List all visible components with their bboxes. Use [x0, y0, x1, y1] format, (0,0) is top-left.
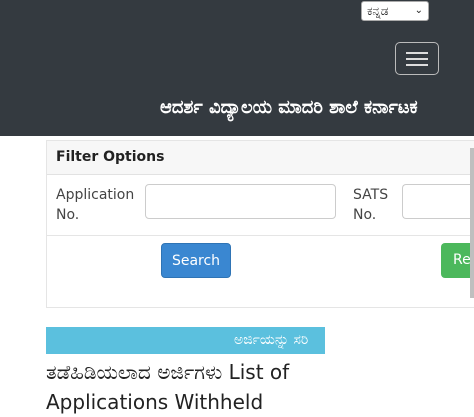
marquee-text: ಅರ್ಜಿಯನ್ನು ಸರಿ	[234, 332, 309, 348]
site-brand[interactable]: ಆದರ್ಶ ವಿದ್ಯಾಲಯ ಮಾದರಿ ಶಾಲೆ ಕರ್ನಾಟಕ	[160, 98, 460, 136]
filter-card: Filter Options Application No. SATS No. …	[46, 140, 474, 308]
sats-no-label: SATS No.	[353, 187, 389, 223]
navbar-toggle-button[interactable]	[395, 42, 439, 75]
chevron-down-icon: ⌄	[414, 5, 423, 16]
language-select-value: ಕನ್ನಡ	[367, 3, 389, 18]
application-no-input[interactable]	[145, 184, 336, 219]
language-select[interactable]: ಕನ್ನಡ ⌄	[361, 1, 429, 21]
page-title: ತಡೆಹಿಡಿಯಲಾದ ಅರ್ಜಿಗಳು List of Application…	[46, 360, 290, 414]
scrollbar[interactable]	[470, 148, 474, 298]
filter-card-title: Filter Options	[47, 141, 474, 175]
card-divider	[47, 235, 474, 236]
sats-no-input[interactable]	[402, 184, 474, 219]
application-no-label: Application No.	[56, 187, 135, 223]
search-button[interactable]: Search	[161, 243, 231, 278]
notice-marquee: ಅರ್ಜಿಯನ್ನು ಸರಿ	[46, 327, 325, 354]
top-navbar: ಕನ್ನಡ ⌄ ಆದರ್ಶ ವಿದ್ಯಾಲಯ ಮಾದರಿ ಶಾಲೆ ಕರ್ನಾಟ…	[0, 0, 474, 136]
